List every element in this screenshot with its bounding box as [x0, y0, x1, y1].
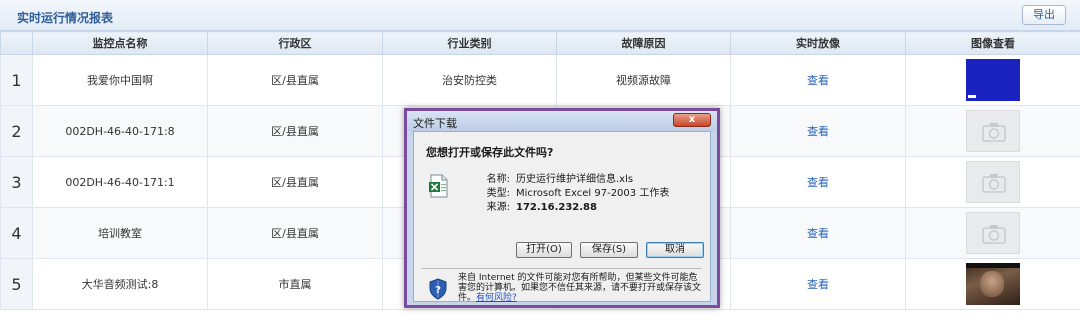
svg-text:?: ? [435, 285, 441, 296]
row-district: 区/县直属 [207, 105, 383, 157]
row-district: 区/县直属 [207, 207, 383, 259]
row-image-cell [905, 258, 1080, 310]
row-image-cell [905, 54, 1080, 106]
row-district: 市直属 [207, 258, 383, 310]
open-button[interactable]: 打开(O) [516, 242, 572, 258]
row-index: 2 [0, 105, 33, 157]
snapshot-thumbnail[interactable] [966, 263, 1020, 305]
camera-icon [982, 174, 1006, 193]
security-shield-icon: ? [429, 278, 447, 300]
playback-link[interactable]: 查看 [807, 74, 829, 87]
col-playback-header[interactable]: 实时放像 [730, 31, 906, 55]
file-source-row: 来源: 172.16.232.88 [486, 202, 597, 213]
row-image-cell [905, 105, 1080, 157]
dialog-body: 您想打开或保存此文件吗? 名称: 历史运行维护详细信息.xls 类型: Micros… [413, 131, 711, 303]
row-index: 3 [0, 156, 33, 208]
security-warning: 来自 Internet 的文件可能对您有所帮助，但某些文件可能危害您的计算机。如… [458, 273, 702, 303]
col-image-header[interactable]: 图像查看 [905, 31, 1080, 55]
row-name: 我爱你中国啊 [32, 54, 208, 106]
dialog-question: 您想打开或保存此文件吗? [426, 146, 554, 159]
playback-link[interactable]: 查看 [807, 227, 829, 240]
row-index: 1 [0, 54, 33, 106]
save-button[interactable]: 保存(S) [580, 242, 638, 258]
playback-link[interactable]: 查看 [807, 176, 829, 189]
row-name: 培训教室 [32, 207, 208, 259]
file-download-dialog: 文件下载 x 您想打开或保存此文件吗? 名称: 历史运行维护详细信息.xls 类型… [404, 108, 720, 308]
row-district: 区/县直属 [207, 156, 383, 208]
dialog-titlebar[interactable]: 文件下载 x [407, 111, 717, 131]
table-header-row: 监控点名称 行政区 行业类别 故障原因 实时放像 图像查看 [0, 31, 1080, 55]
close-button[interactable]: x [673, 113, 711, 127]
row-playback-cell: 查看 [730, 207, 906, 259]
row-playback-cell: 查看 [730, 54, 906, 106]
file-type-row: 类型: Microsoft Excel 97-2003 工作表 [486, 188, 670, 199]
row-name: 002DH-46-40-171:8 [32, 105, 208, 157]
dialog-title: 文件下载 [413, 117, 457, 130]
divider [422, 268, 702, 269]
col-reason-header[interactable]: 故障原因 [556, 31, 731, 55]
row-index: 4 [0, 207, 33, 259]
row-reason: 视频源故障 [556, 54, 731, 106]
row-playback-cell: 查看 [730, 156, 906, 208]
row-name: 002DH-46-40-171:1 [32, 156, 208, 208]
cancel-button[interactable]: 取消 [646, 242, 704, 258]
row-playback-cell: 查看 [730, 258, 906, 310]
row-playback-cell: 查看 [730, 105, 906, 157]
col-index-header [0, 31, 33, 55]
export-button[interactable]: 导出 [1022, 5, 1066, 25]
snapshot-thumbnail[interactable] [966, 59, 1020, 101]
col-district-header[interactable]: 行政区 [207, 31, 383, 55]
panel-title: 实时运行情况报表 [17, 11, 114, 25]
excel-file-icon [429, 174, 448, 198]
row-image-cell [905, 156, 1080, 208]
camera-icon [982, 225, 1006, 244]
table-row[interactable]: 1 我爱你中国啊 区/县直属 治安防控类 视频源故障 查看 [0, 54, 1080, 106]
col-name-header[interactable]: 监控点名称 [32, 31, 208, 55]
panel-header: 实时运行情况报表 导出 [0, 0, 1080, 31]
risk-link[interactable]: 有何风险? [476, 293, 517, 303]
playback-link[interactable]: 查看 [807, 125, 829, 138]
row-index: 5 [0, 258, 33, 310]
row-industry: 治安防控类 [382, 54, 557, 106]
no-image-thumbnail[interactable] [966, 161, 1020, 203]
no-image-thumbnail[interactable] [966, 110, 1020, 152]
file-source: 172.16.232.88 [516, 202, 597, 213]
file-name-row: 名称: 历史运行维护详细信息.xls [486, 174, 634, 185]
camera-icon [982, 123, 1006, 142]
row-name: 大华音频测试:8 [32, 258, 208, 310]
no-image-thumbnail[interactable] [966, 212, 1020, 254]
row-image-cell [905, 207, 1080, 259]
col-industry-header[interactable]: 行业类别 [382, 31, 557, 55]
row-district: 区/县直属 [207, 54, 383, 106]
playback-link[interactable]: 查看 [807, 278, 829, 291]
